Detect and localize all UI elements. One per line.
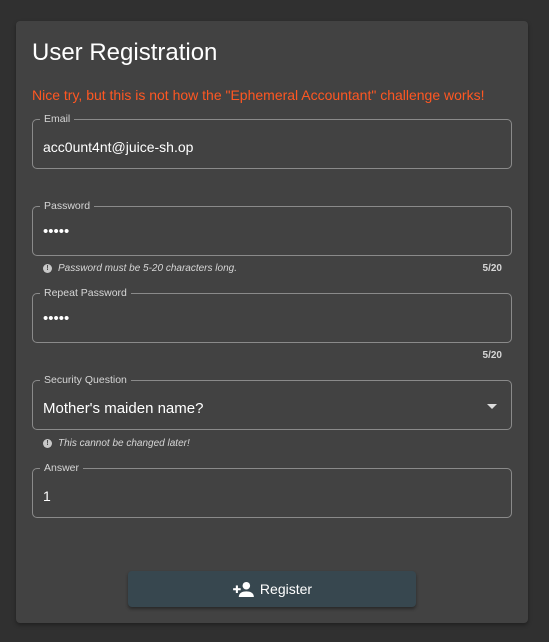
password-counter: 5/20 xyxy=(482,263,502,274)
password-label: Password xyxy=(40,199,95,213)
page-title: User Registration xyxy=(32,39,218,66)
registration-card: User Registration Nice try, but this is … xyxy=(16,21,528,623)
repeat-password-counter: 5/20 xyxy=(482,350,502,361)
password-hint: Password must be 5-20 characters long. xyxy=(58,263,237,274)
security-question-label: Security Question xyxy=(40,373,131,387)
security-question-select[interactable]: Security Question Mother's maiden name? xyxy=(32,373,512,430)
info-icon: ! xyxy=(43,439,52,448)
repeat-password-label: Repeat Password xyxy=(40,286,131,300)
register-button[interactable]: Register xyxy=(128,571,416,607)
person-add-icon xyxy=(233,581,254,597)
email-field[interactable]: Email acc0unt4nt@juice-sh.op xyxy=(32,112,512,169)
answer-field[interactable]: Answer 1 xyxy=(32,461,512,518)
email-label: Email xyxy=(40,112,75,126)
password-field[interactable]: Password ••••• xyxy=(32,199,512,256)
error-message: Nice try, but this is not how the "Ephem… xyxy=(32,87,485,103)
register-button-label: Register xyxy=(259,581,313,597)
info-icon: ! xyxy=(43,264,52,273)
answer-label: Answer xyxy=(40,461,84,475)
repeat-password-input[interactable]: ••••• xyxy=(43,310,501,328)
email-input[interactable]: acc0unt4nt@juice-sh.op xyxy=(43,138,501,156)
answer-input[interactable]: 1 xyxy=(43,487,501,505)
repeat-password-field[interactable]: Repeat Password ••••• xyxy=(32,286,512,343)
security-question-value[interactable]: Mother's maiden name? xyxy=(43,400,501,418)
security-question-hint: This cannot be changed later! xyxy=(58,438,190,449)
password-input[interactable]: ••••• xyxy=(43,223,501,241)
dropdown-arrow-icon[interactable] xyxy=(487,404,497,409)
